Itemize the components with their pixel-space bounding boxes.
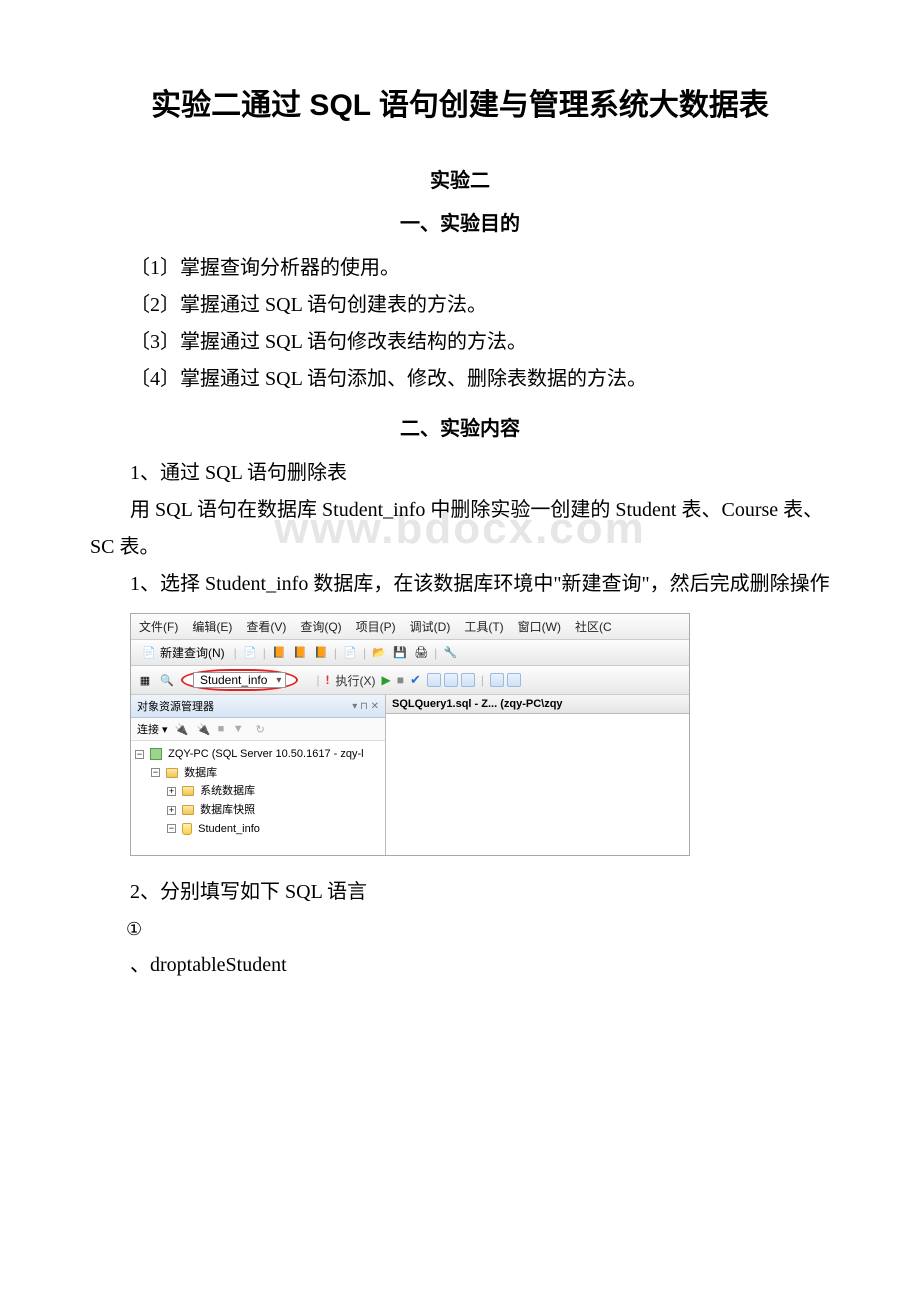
separator: | — [316, 673, 319, 687]
content-paragraph: 用 SQL 语句在数据库 Student_info 中删除实验一创建的 Stud… — [90, 492, 830, 566]
section-heading-content: 二、实验内容 — [90, 412, 830, 441]
tree-collapse-icon[interactable]: − — [167, 824, 176, 833]
stop-icon[interactable]: ■ — [397, 673, 404, 687]
ssms-toolbar-query: ▦ 🔍 Student_info | ! 执行(X) ▶ ■ ✔ | — [131, 666, 689, 695]
purpose-item: 〔2〕掌握通过 SQL 语句创建表的方法。 — [90, 287, 830, 324]
toolbar-icon[interactable]: 📙 — [313, 645, 329, 661]
database-icon — [182, 823, 192, 835]
object-explorer-label: 对象资源管理器 — [137, 698, 214, 714]
separator: | — [434, 646, 437, 660]
tree-studentinfo-node[interactable]: − Student_info — [135, 820, 381, 839]
query-editor-panel: SQLQuery1.sql - Z... (zqy-PC\zqy — [386, 695, 689, 855]
menu-view[interactable]: 查看(V) — [246, 618, 286, 635]
database-selector-highlight: Student_info — [181, 669, 298, 691]
refresh-icon[interactable]: ↻ — [252, 721, 268, 737]
object-explorer-title: 对象资源管理器 ▾ ⊓ ✕ — [131, 695, 385, 718]
tree-databases-label: 数据库 — [184, 767, 217, 779]
ssms-screenshot: 文件(F) 编辑(E) 查看(V) 查询(Q) 项目(P) 调试(D) 工具(T… — [130, 613, 690, 856]
tree-collapse-icon[interactable]: − — [151, 768, 160, 777]
tree-sysdb-node[interactable]: + 系统数据库 — [135, 782, 381, 801]
check-icon[interactable]: ✔ — [410, 672, 421, 688]
document-title: 实验二通过 SQL 语句创建与管理系统大数据表 — [90, 80, 830, 124]
tree-snapshot-node[interactable]: + 数据库快照 — [135, 801, 381, 820]
filter-icon[interactable]: ▼ — [230, 721, 246, 737]
object-explorer-toolbar: 连接 ▾ 🔌 🔌 ■ ▼ ↻ — [131, 718, 385, 741]
ssms-toolbar-main: 📄 新建查询(N) | 📄 | 📙 📙 📙 | 📄 | 📂 💾 🖨 | 🔧 — [131, 640, 689, 666]
menu-tools[interactable]: 工具(T) — [464, 618, 503, 635]
panel-pin-controls[interactable]: ▾ ⊓ ✕ — [352, 701, 379, 712]
toolbar-icon[interactable]: 📄 — [342, 645, 358, 661]
separator: | — [363, 646, 366, 660]
tree-studentinfo-label: Student_info — [198, 823, 260, 835]
document-subtitle: 实验二 — [90, 164, 830, 193]
disconnect-icon[interactable]: 🔌 — [196, 721, 212, 737]
menu-project[interactable]: 项目(P) — [356, 618, 396, 635]
stop-icon[interactable]: ■ — [218, 723, 225, 735]
toolbar-icon[interactable]: 🔧 — [442, 645, 458, 661]
menu-window[interactable]: 窗口(W) — [518, 618, 561, 635]
tree-snapshot-label: 数据库快照 — [200, 804, 255, 816]
new-query-icon: 📄 — [141, 645, 157, 661]
separator: | — [263, 646, 266, 660]
content-step: 1、通过 SQL 语句删除表 — [90, 455, 830, 492]
ssms-menubar: 文件(F) 编辑(E) 查看(V) 查询(Q) 项目(P) 调试(D) 工具(T… — [131, 614, 689, 640]
misc-icons — [490, 673, 521, 687]
tree-expand-icon[interactable]: + — [167, 787, 176, 796]
save-icon[interactable]: 💾 — [392, 645, 408, 661]
execute-label: 执行(X) — [336, 672, 376, 689]
server-icon — [150, 748, 162, 760]
result-grid-icon[interactable] — [427, 673, 441, 687]
connect-icon[interactable]: 🔌 — [174, 721, 190, 737]
open-icon[interactable]: 📂 — [371, 645, 387, 661]
folder-icon — [182, 786, 194, 796]
purpose-item: 〔4〕掌握通过 SQL 语句添加、修改、删除表数据的方法。 — [90, 361, 830, 398]
tree-server-node[interactable]: − ZQY-PC (SQL Server 10.50.1617 - zqy-l — [135, 745, 381, 764]
query-tab[interactable]: SQLQuery1.sql - Z... (zqy-PC\zqy — [386, 695, 689, 714]
toolbar-mini-icon[interactable] — [507, 673, 521, 687]
new-query-button[interactable]: 📄 新建查询(N) — [137, 643, 229, 662]
toolbar-icon[interactable]: 📙 — [292, 645, 308, 661]
sql-statement: 、droptableStudent — [90, 947, 830, 984]
object-explorer-tree: − ZQY-PC (SQL Server 10.50.1617 - zqy-l … — [131, 741, 385, 842]
bang-icon: ! — [326, 673, 330, 687]
new-query-label: 新建查询(N) — [160, 644, 225, 661]
menu-query[interactable]: 查询(Q) — [300, 618, 341, 635]
tree-server-label: ZQY-PC (SQL Server 10.50.1617 - zqy-l — [168, 748, 363, 760]
play-icon[interactable]: ▶ — [382, 673, 391, 687]
result-file-icon[interactable] — [461, 673, 475, 687]
tree-collapse-icon[interactable]: − — [135, 750, 144, 759]
folder-icon — [182, 805, 194, 815]
execute-button[interactable]: 执行(X) — [336, 672, 376, 689]
section-heading-purpose: 一、实验目的 — [90, 207, 830, 236]
result-text-icon[interactable] — [444, 673, 458, 687]
content-substep: 2、分别填写如下 SQL 语言 — [90, 874, 830, 911]
purpose-item: 〔1〕掌握查询分析器的使用。 — [90, 250, 830, 287]
content-substep: 1、选择 Student_info 数据库，在该数据库环境中"新建查询"，然后完… — [90, 566, 830, 603]
tree-expand-icon[interactable]: + — [167, 806, 176, 815]
separator: | — [334, 646, 337, 660]
connect-button[interactable]: 连接 ▾ — [137, 721, 168, 737]
menu-debug[interactable]: 调试(D) — [410, 618, 451, 635]
menu-community[interactable]: 社区(C — [575, 618, 612, 635]
numbered-marker: ① — [90, 911, 830, 947]
separator: | — [481, 673, 484, 687]
object-explorer-panel: 对象资源管理器 ▾ ⊓ ✕ 连接 ▾ 🔌 🔌 ■ ▼ ↻ − ZQY-PC (S… — [131, 695, 386, 855]
print-icon[interactable]: 🖨 — [413, 645, 429, 661]
database-selector[interactable]: Student_info — [193, 672, 286, 688]
ssms-body: 对象资源管理器 ▾ ⊓ ✕ 连接 ▾ 🔌 🔌 ■ ▼ ↻ − ZQY-PC (S… — [131, 695, 689, 855]
toolbar-icon[interactable]: 🔍 — [159, 672, 175, 688]
toolbar-mini-icon[interactable] — [490, 673, 504, 687]
menu-file[interactable]: 文件(F) — [139, 618, 178, 635]
separator: | — [234, 646, 237, 660]
result-mode-icons — [427, 673, 475, 687]
tree-databases-node[interactable]: − 数据库 — [135, 764, 381, 783]
menu-edit[interactable]: 编辑(E) — [192, 618, 232, 635]
purpose-item: 〔3〕掌握通过 SQL 语句修改表结构的方法。 — [90, 324, 830, 361]
toolbar-icon[interactable]: 📙 — [271, 645, 287, 661]
folder-icon — [166, 768, 178, 778]
toolbar-icon[interactable]: 📄 — [242, 645, 258, 661]
toolbar-icon[interactable]: ▦ — [137, 672, 153, 688]
tree-sysdb-label: 系统数据库 — [200, 785, 255, 797]
